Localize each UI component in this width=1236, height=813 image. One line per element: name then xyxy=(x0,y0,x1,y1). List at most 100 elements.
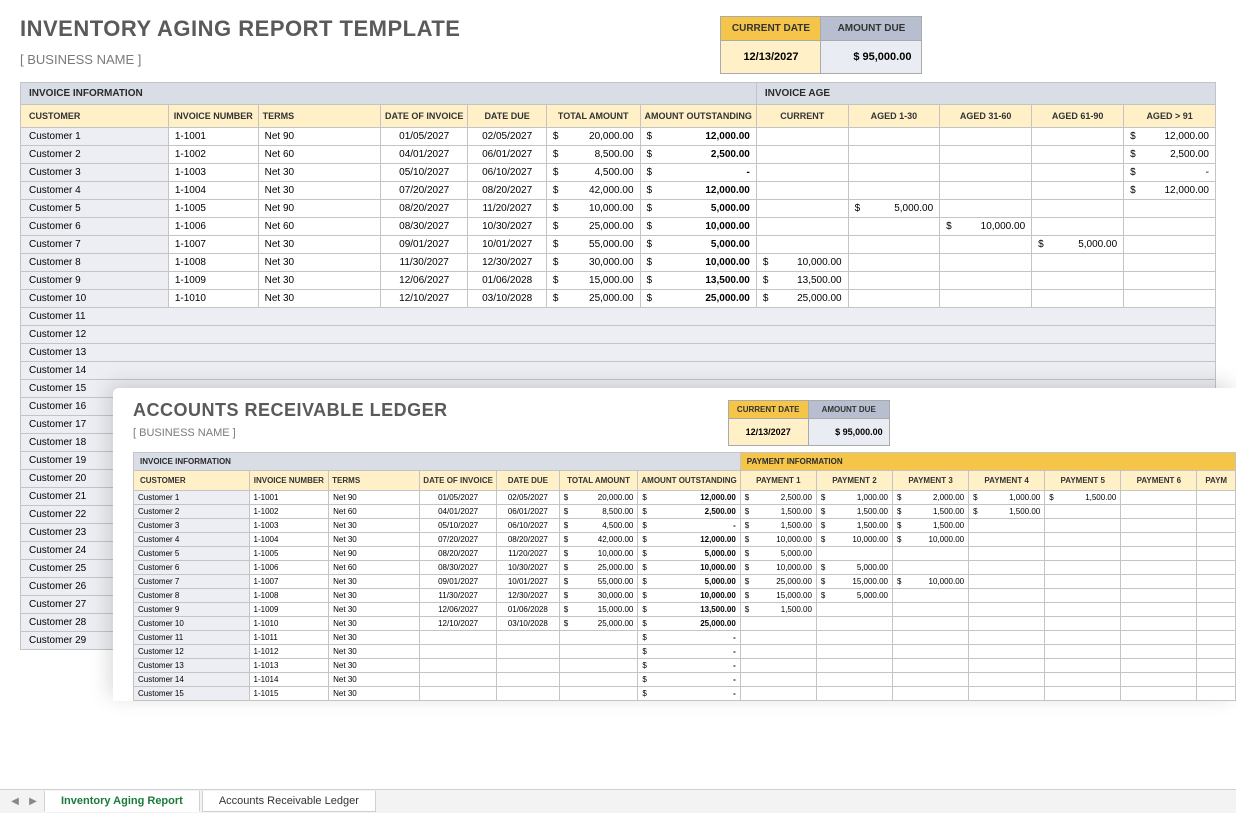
cell-date-invoice[interactable]: 05/10/2027 xyxy=(381,164,468,182)
cell-terms[interactable]: Net 90 xyxy=(329,547,420,561)
col-invoice-number[interactable]: INVOICE NUMBER xyxy=(168,105,258,128)
cell[interactable] xyxy=(756,182,848,200)
cell-customer[interactable]: Customer 6 xyxy=(134,561,250,575)
cell-customer[interactable]: Customer 11 xyxy=(21,308,1216,326)
cell[interactable]: $13,500.00 xyxy=(756,272,848,290)
cell[interactable] xyxy=(816,673,892,687)
cell-date-due[interactable]: 06/10/2027 xyxy=(468,164,547,182)
cell-date-invoice[interactable]: 01/05/2027 xyxy=(420,491,497,505)
col-terms[interactable]: TERMS xyxy=(329,471,420,491)
cell[interactable]: $10,000.00 xyxy=(756,254,848,272)
cell[interactable]: $55,000.00 xyxy=(559,575,638,589)
cell-date-due[interactable]: 06/10/2027 xyxy=(496,519,559,533)
cell[interactable] xyxy=(1121,603,1197,617)
cell[interactable] xyxy=(1045,687,1121,701)
cell-invoice[interactable]: 1-1001 xyxy=(249,491,329,505)
aging-table[interactable]: INVOICE INFORMATION INVOICE AGE CUSTOMER… xyxy=(20,82,1216,308)
table-row[interactable]: Customer 11-1001Net 9001/05/202702/05/20… xyxy=(21,128,1216,146)
table-row[interactable]: Customer 51-1005Net 9008/20/202711/20/20… xyxy=(134,547,1236,561)
cell[interactable]: $15,000.00 xyxy=(740,589,816,603)
cell[interactable]: $4,500.00 xyxy=(546,164,640,182)
cell[interactable]: $- xyxy=(638,631,740,645)
col-aged-31-60[interactable]: AGED 31-60 xyxy=(940,105,1032,128)
cell[interactable]: $1,000.00 xyxy=(816,491,892,505)
cell[interactable]: $1,500.00 xyxy=(740,519,816,533)
cell[interactable] xyxy=(756,236,848,254)
cell-terms[interactable]: Net 60 xyxy=(258,146,380,164)
cell[interactable] xyxy=(969,687,1045,701)
cell[interactable]: $1,500.00 xyxy=(816,505,892,519)
cell[interactable] xyxy=(1045,561,1121,575)
cell[interactable]: $10,000.00 xyxy=(640,254,756,272)
cell[interactable] xyxy=(893,603,969,617)
cell-customer[interactable]: Customer 11 xyxy=(134,631,250,645)
col-customer[interactable]: CUSTOMER xyxy=(21,105,169,128)
cell[interactable]: $13,500.00 xyxy=(640,272,756,290)
cell[interactable]: $20,000.00 xyxy=(559,491,638,505)
table-row[interactable]: Customer 31-1003Net 3005/10/202706/10/20… xyxy=(21,164,1216,182)
cell[interactable] xyxy=(1197,533,1236,547)
cell-terms[interactable]: Net 30 xyxy=(258,182,380,200)
cell-date-invoice[interactable]: 08/20/2027 xyxy=(381,200,468,218)
cell-invoice[interactable]: 1-1012 xyxy=(249,645,329,659)
col-current[interactable]: CURRENT xyxy=(756,105,848,128)
cell[interactable]: $5,000.00 xyxy=(640,236,756,254)
col-payment-6[interactable]: PAYMENT 6 xyxy=(1121,471,1197,491)
cell[interactable]: $2,500.00 xyxy=(740,491,816,505)
cell-terms[interactable]: Net 30 xyxy=(329,603,420,617)
cell-date-due[interactable]: 06/01/2027 xyxy=(468,146,547,164)
table-row[interactable]: Customer 31-1003Net 3005/10/202706/10/20… xyxy=(134,519,1236,533)
col-amount-outstanding[interactable]: AMOUNT OUTSTANDING xyxy=(640,105,756,128)
cell[interactable]: $25,000.00 xyxy=(756,290,848,308)
cell[interactable] xyxy=(816,603,892,617)
cell[interactable] xyxy=(1197,575,1236,589)
cell[interactable]: $12,000.00 xyxy=(1124,128,1216,146)
cell[interactable] xyxy=(1197,659,1236,673)
cell[interactable] xyxy=(756,218,848,236)
table-row[interactable]: Customer 13 xyxy=(21,344,1216,362)
cell[interactable]: $5,000.00 xyxy=(1032,236,1124,254)
cell[interactable] xyxy=(740,617,816,631)
cell[interactable] xyxy=(816,687,892,701)
cell-terms[interactable]: Net 30 xyxy=(329,575,420,589)
cell[interactable] xyxy=(1032,254,1124,272)
table-row[interactable]: Customer 131-1013Net 30$- xyxy=(134,659,1236,673)
cell-date-due[interactable]: 02/05/2027 xyxy=(496,491,559,505)
table-row[interactable]: Customer 71-1007Net 3009/01/202710/01/20… xyxy=(134,575,1236,589)
cell-customer[interactable]: Customer 8 xyxy=(21,254,169,272)
cell[interactable] xyxy=(969,645,1045,659)
cell[interactable]: $10,000.00 xyxy=(893,533,969,547)
cell-date-invoice[interactable]: 09/01/2027 xyxy=(420,575,497,589)
cell[interactable] xyxy=(940,164,1032,182)
cell-date-invoice[interactable] xyxy=(420,659,497,673)
col-aged-over-91[interactable]: AGED > 91 xyxy=(1124,105,1216,128)
cell-terms[interactable]: Net 30 xyxy=(258,290,380,308)
cell-customer[interactable]: Customer 8 xyxy=(134,589,250,603)
cell[interactable]: $- xyxy=(638,519,740,533)
cell[interactable]: $1,500.00 xyxy=(969,505,1045,519)
cell-terms[interactable]: Net 60 xyxy=(329,505,420,519)
cell[interactable] xyxy=(893,617,969,631)
cell[interactable] xyxy=(1045,547,1121,561)
cell[interactable]: $- xyxy=(638,659,740,673)
cell-terms[interactable]: Net 90 xyxy=(258,200,380,218)
cell[interactable]: $15,000.00 xyxy=(559,603,638,617)
table-row[interactable]: Customer 151-1015Net 30$- xyxy=(134,687,1236,701)
col-total-amount[interactable]: TOTAL AMOUNT xyxy=(559,471,638,491)
cell[interactable] xyxy=(1045,645,1121,659)
cell[interactable]: $1,500.00 xyxy=(893,505,969,519)
cell-terms[interactable]: Net 30 xyxy=(329,687,420,701)
cell[interactable] xyxy=(893,673,969,687)
table-row[interactable]: Customer 81-1008Net 3011/30/202712/30/20… xyxy=(134,589,1236,603)
cell[interactable] xyxy=(1197,491,1236,505)
cell-date-due[interactable] xyxy=(496,659,559,673)
cell[interactable] xyxy=(1197,603,1236,617)
cell-terms[interactable]: Net 30 xyxy=(329,631,420,645)
cell[interactable]: $5,000.00 xyxy=(816,561,892,575)
cell-customer[interactable]: Customer 15 xyxy=(134,687,250,701)
cell[interactable] xyxy=(848,254,940,272)
cell-date-invoice[interactable]: 04/01/2027 xyxy=(420,505,497,519)
cell-customer[interactable]: Customer 6 xyxy=(21,218,169,236)
cell[interactable] xyxy=(1121,547,1197,561)
col-aged-61-90[interactable]: AGED 61-90 xyxy=(1032,105,1124,128)
